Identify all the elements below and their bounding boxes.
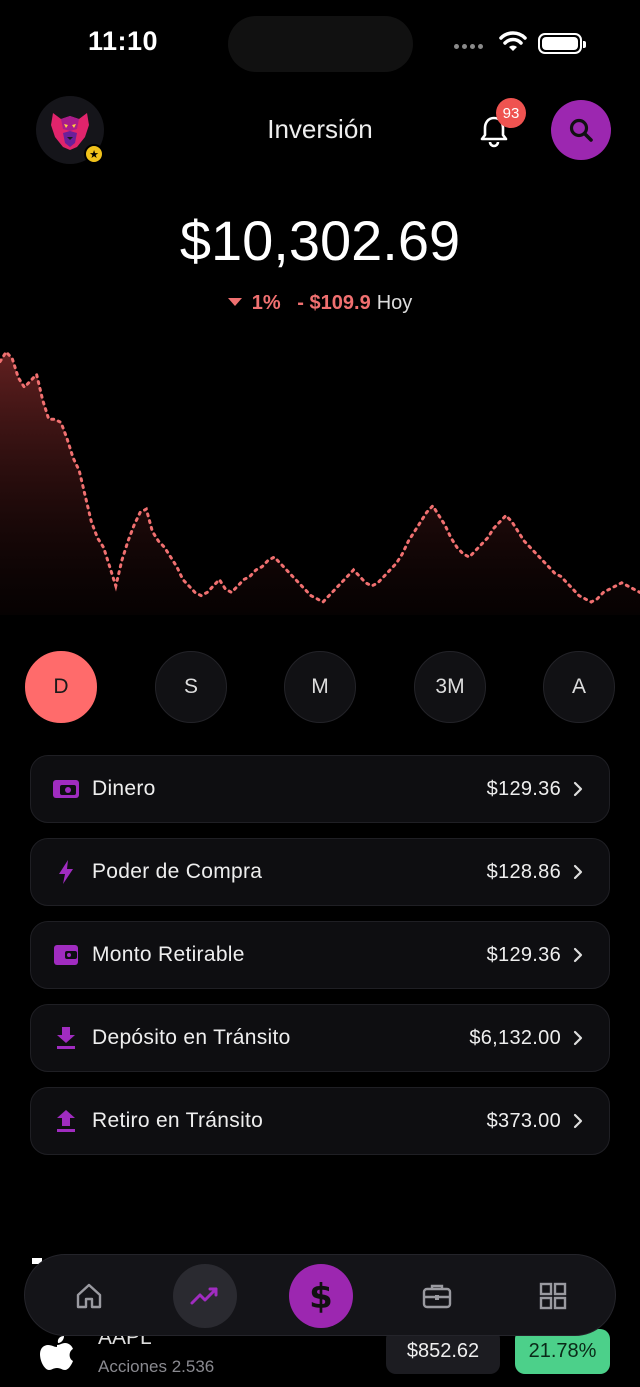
range-button-m[interactable]: M <box>284 651 356 723</box>
cash-icon <box>51 774 81 804</box>
change-period: Hoy <box>376 292 413 314</box>
account-label: Poder de Compra <box>92 860 263 883</box>
bottom-tab-bar: $ <box>24 1254 616 1336</box>
chevron-right-icon <box>573 947 583 963</box>
dollar-icon: $ <box>309 1277 333 1315</box>
tab-home[interactable] <box>57 1264 121 1328</box>
tab-dollar[interactable]: $ <box>289 1264 353 1328</box>
search-icon <box>569 118 593 142</box>
tab-portfolio[interactable] <box>405 1264 469 1328</box>
briefcase-icon <box>422 1284 452 1309</box>
account-label: Depósito en Tránsito <box>92 1026 291 1049</box>
down-triangle-icon <box>227 297 242 306</box>
account-row-dinero[interactable]: Dinero $129.36 <box>30 755 610 823</box>
account-row-retiro-en-transito[interactable]: Retiro en Tránsito $373.00 <box>30 1087 610 1155</box>
range-button-3m[interactable]: 3M <box>414 651 486 723</box>
account-row-monto-retirable[interactable]: Monto Retirable $129.36 <box>30 921 610 989</box>
account-value: $128.86 <box>486 860 561 883</box>
svg-text:$: $ <box>309 1277 333 1315</box>
award-star-icon: ★ <box>84 144 104 164</box>
apple-logo-icon <box>38 1332 76 1377</box>
wallet-icon <box>51 940 81 970</box>
account-label: Monto Retirable <box>92 943 245 966</box>
status-time: 11:10 <box>88 26 159 56</box>
tab-more[interactable] <box>521 1264 585 1328</box>
grid-icon <box>539 1282 567 1310</box>
change-percent: 1% <box>251 292 281 314</box>
signal-icon <box>454 44 483 49</box>
account-value: $129.36 <box>486 943 561 966</box>
chevron-right-icon <box>573 1030 583 1046</box>
wifi-icon <box>499 31 527 51</box>
holding-shares: Acciones 2.536 <box>98 1357 215 1376</box>
range-button-a[interactable]: A <box>543 651 615 723</box>
home-icon <box>76 1283 102 1309</box>
page-title: Inversión <box>267 114 373 144</box>
chart-area-fill <box>0 352 640 615</box>
change-amount: - $109.9 <box>297 292 371 314</box>
trend-icon <box>190 1287 218 1305</box>
notification-count-badge: 93 <box>496 98 526 128</box>
chevron-right-icon <box>573 864 583 880</box>
search-button[interactable] <box>551 100 611 160</box>
status-bar: 11:10 <box>0 0 640 90</box>
upload-icon <box>51 1106 81 1136</box>
account-row-deposito-en-transito[interactable]: Depósito en Tránsito $6,132.00 <box>30 1004 610 1072</box>
lightning-icon <box>51 857 81 887</box>
account-label: Retiro en Tránsito <box>92 1109 264 1132</box>
tab-investment[interactable] <box>173 1264 237 1328</box>
range-button-s[interactable]: S <box>155 651 227 723</box>
range-button-d[interactable]: D <box>25 651 97 723</box>
dynamic-island <box>228 16 413 72</box>
performance-chart[interactable] <box>0 340 640 615</box>
account-value: $373.00 <box>486 1109 561 1132</box>
account-label: Dinero <box>92 777 156 800</box>
chevron-right-icon <box>573 781 583 797</box>
download-icon <box>51 1023 81 1053</box>
portfolio-change: 1% - $109.9 Hoy <box>0 292 640 315</box>
account-row-poder-de-compra[interactable]: Poder de Compra $128.86 <box>30 838 610 906</box>
portfolio-balance: $10,302.69 <box>179 209 461 272</box>
battery-icon <box>538 33 586 54</box>
header: ★ Inversión 93 <box>0 96 640 166</box>
account-value: $129.36 <box>486 777 561 800</box>
time-range-selector: D S M 3M A <box>0 651 640 723</box>
account-value: $6,132.00 <box>469 1026 561 1049</box>
chevron-right-icon <box>573 1113 583 1129</box>
